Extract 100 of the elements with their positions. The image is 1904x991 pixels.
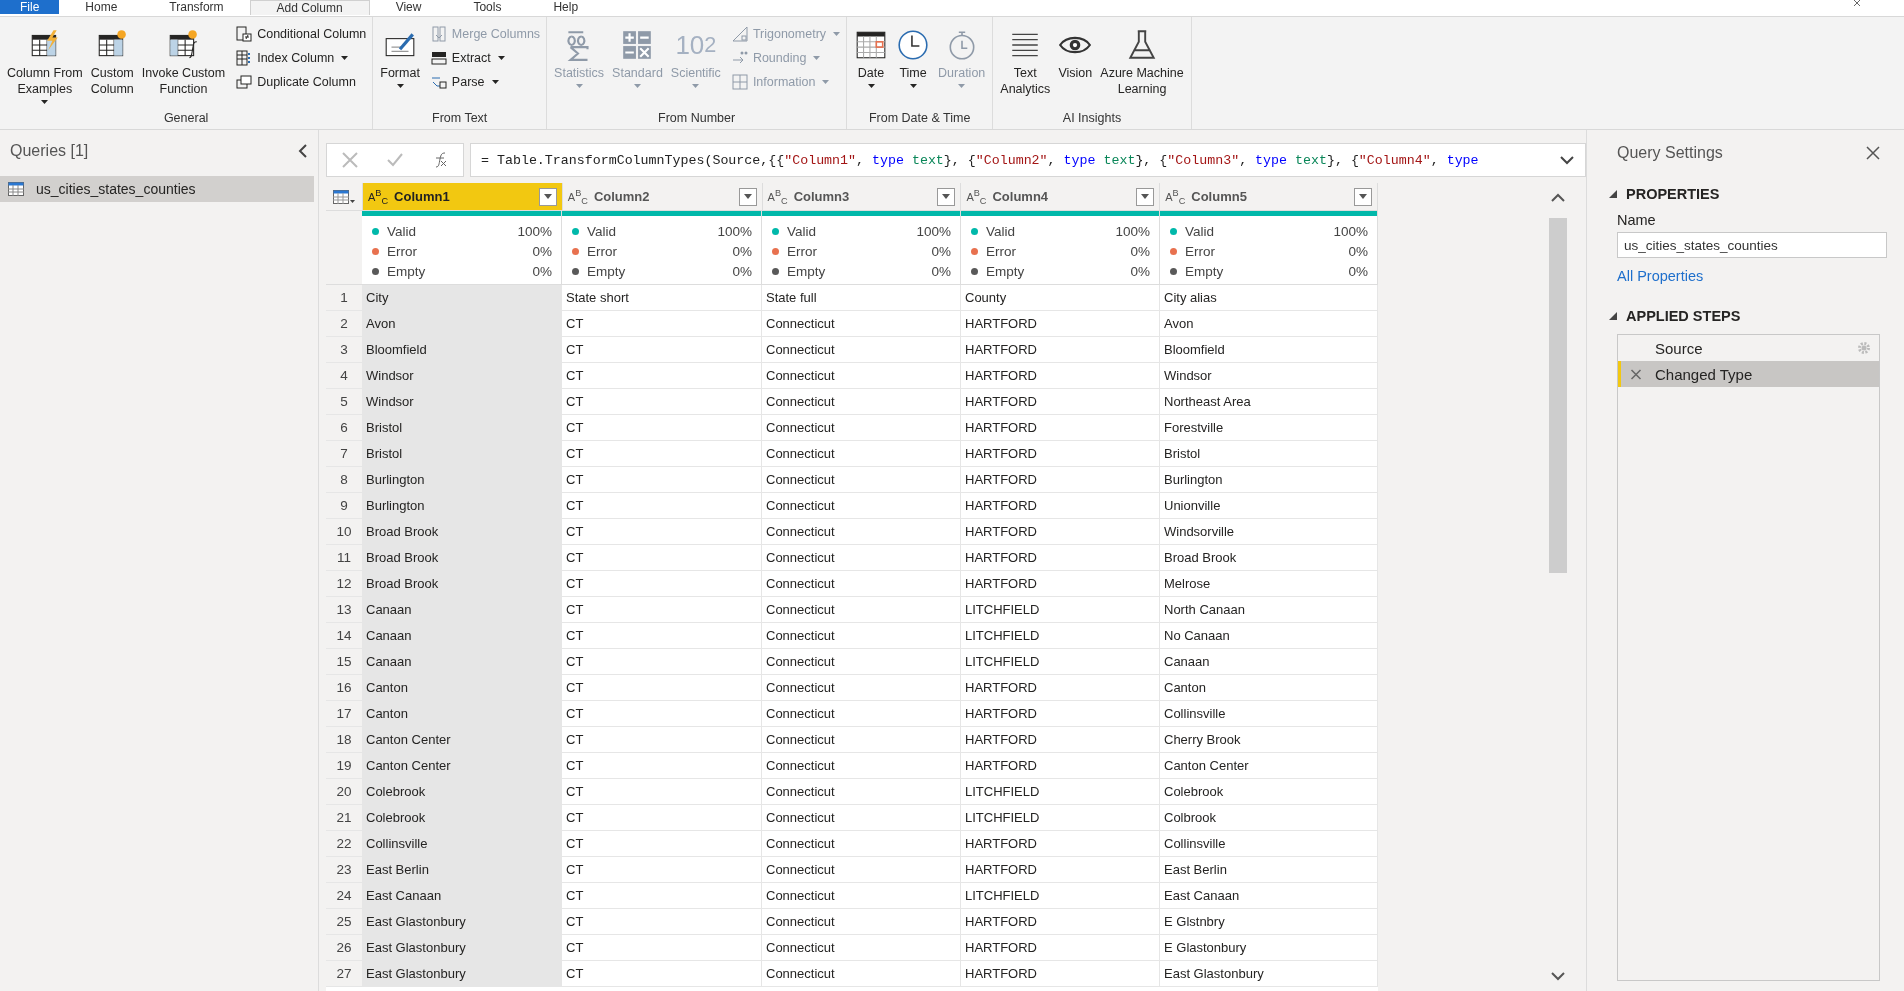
row-number: 21 [326,805,362,830]
filter-button[interactable] [738,187,757,206]
table-cell: Forestville [1160,415,1378,440]
table-cell: East Berlin [362,857,562,882]
table-cell: City [362,285,562,310]
caret-icon [41,100,49,104]
duplicate-column-icon [236,74,253,90]
expand-icon[interactable] [1560,156,1574,165]
row-number: 18 [326,727,362,752]
table-cell: Windsorville [1160,519,1378,544]
formula-field[interactable]: = Table.TransformColumnTypes(Source,{{"Column1", type text}, {"Column2", type text}, {"Column3", type text}, {"Column4", type [470,143,1586,177]
ribbon-button[interactable]: Conditional Column [234,23,369,45]
expand-triangle-icon[interactable] [1609,190,1617,198]
table-cell: CT [562,649,762,674]
table-cell: HARTFORD [961,909,1160,934]
table-cell: Collinsville [1160,701,1378,726]
row-number: 14 [326,623,362,648]
table-menu-icon[interactable] [333,189,355,204]
table-cell: CT [562,805,762,830]
table-cell: Canton Center [1160,753,1378,778]
collapse-icon[interactable] [298,144,308,158]
ribbon-tab[interactable]: Transform [143,0,250,14]
scrollbar-thumb[interactable] [1549,218,1567,573]
ribbon-tab[interactable]: View [369,0,448,14]
caret-icon [491,80,499,84]
table-cell: LITCHFIELD [961,649,1160,674]
ribbon-tab[interactable]: Help [527,0,605,14]
table-cell: East Canaan [362,883,562,908]
table-cell: LITCHFIELD [961,779,1160,804]
table-cell: HARTFORD [961,519,1160,544]
ribbon-button[interactable]: Duplicate Column [234,71,369,93]
ribbon-button[interactable]: Custom Column [87,23,137,99]
ribbon-button[interactable]: Parse [428,71,543,93]
table-cell: CT [562,441,762,466]
ribbon-tab[interactable]: Add Column [249,0,370,15]
query-item[interactable]: us_cities_states_counties [0,176,314,202]
caret-icon [958,84,966,88]
filter-button[interactable] [538,187,557,206]
scroll-up-icon[interactable] [1551,193,1565,202]
quality-label: Valid [587,223,618,239]
table-cell: Canton [1160,675,1378,700]
file-tab[interactable]: File [0,0,60,14]
row-number: 20 [326,779,362,804]
quality-percent: 0% [532,243,552,259]
group-label: AI Insights [1061,111,1123,127]
table-cell: CT [562,961,762,986]
ribbon-button[interactable]: Date [851,23,892,90]
ribbon-button[interactable]: Column From Examples [4,23,86,106]
table-cell: Connecticut [762,571,961,596]
table-cell: HARTFORD [961,831,1160,856]
ribbon-button[interactable]: Invoke Custom Function [138,23,229,99]
filter-button[interactable] [1136,187,1155,206]
scroll-down-icon[interactable] [1551,972,1565,981]
close-icon[interactable] [1866,146,1880,160]
ribbon-button[interactable]: Azure Machine Learning [1097,23,1187,99]
table-icon [8,182,24,196]
quality-percent: 0% [532,263,552,279]
ribbon-button[interactable]: Format [377,23,423,90]
table-cell: Windsor [362,363,562,388]
ribbon-button[interactable]: Index Column [234,47,369,69]
expand-triangle-icon[interactable] [1609,312,1617,320]
all-properties-link[interactable]: All Properties [1617,268,1904,284]
table-cell: Colebrook [1160,779,1378,804]
table-cell: CT [562,545,762,570]
quality-percent: 100% [517,223,552,239]
column-header[interactable]: A$^{B}$$_{C}$ Column5 [1160,183,1378,210]
table-cell: CT [562,857,762,882]
name-field[interactable]: us_cities_states_counties [1617,232,1887,258]
quality-percent: 0% [931,263,951,279]
column-header[interactable]: A$^{B}$$_{C}$ Column2 [562,183,763,210]
table-cell: CT [562,701,762,726]
ribbon-tab[interactable]: Home [59,0,144,14]
table-cell: Connecticut [762,597,961,622]
table-cell: Windsor [362,389,562,414]
table-cell: Connecticut [762,701,961,726]
row-number: 2 [326,311,362,336]
ribbon-button[interactable]: Vision [1055,23,1096,83]
delete-icon[interactable] [1629,368,1643,380]
column-header[interactable]: A$^{B}$$_{C}$ Column1 [363,183,563,210]
filter-button[interactable] [937,187,956,206]
table-cell: Canton [362,701,562,726]
filter-button[interactable] [1353,187,1372,206]
column-header[interactable]: A$^{B}$$_{C}$ Column3 [762,183,962,210]
table-cell: Northeast Area [1160,389,1378,414]
quality-label: Error [1185,243,1216,259]
table-cell: Cherry Brook [1160,727,1378,752]
table-cell: East Berlin [1160,857,1378,882]
table-cell: Canton Center [362,727,562,752]
check-icon[interactable] [387,153,403,167]
ribbon-button[interactable]: Text Analytics [997,23,1054,99]
ribbon-button[interactable]: Extract [428,47,543,69]
ribbon-button[interactable]: Time [893,23,934,90]
caret-icon [575,84,583,88]
table-cell: CT [562,779,762,804]
table-cell: CT [562,935,762,960]
applied-step[interactable]: Changed Type [1618,361,1879,387]
row-number: 11 [326,545,362,570]
applied-step[interactable]: Source [1618,335,1879,361]
column-header[interactable]: A$^{B}$$_{C}$ Column4 [961,183,1161,210]
ribbon-tab[interactable]: Tools [447,0,528,14]
